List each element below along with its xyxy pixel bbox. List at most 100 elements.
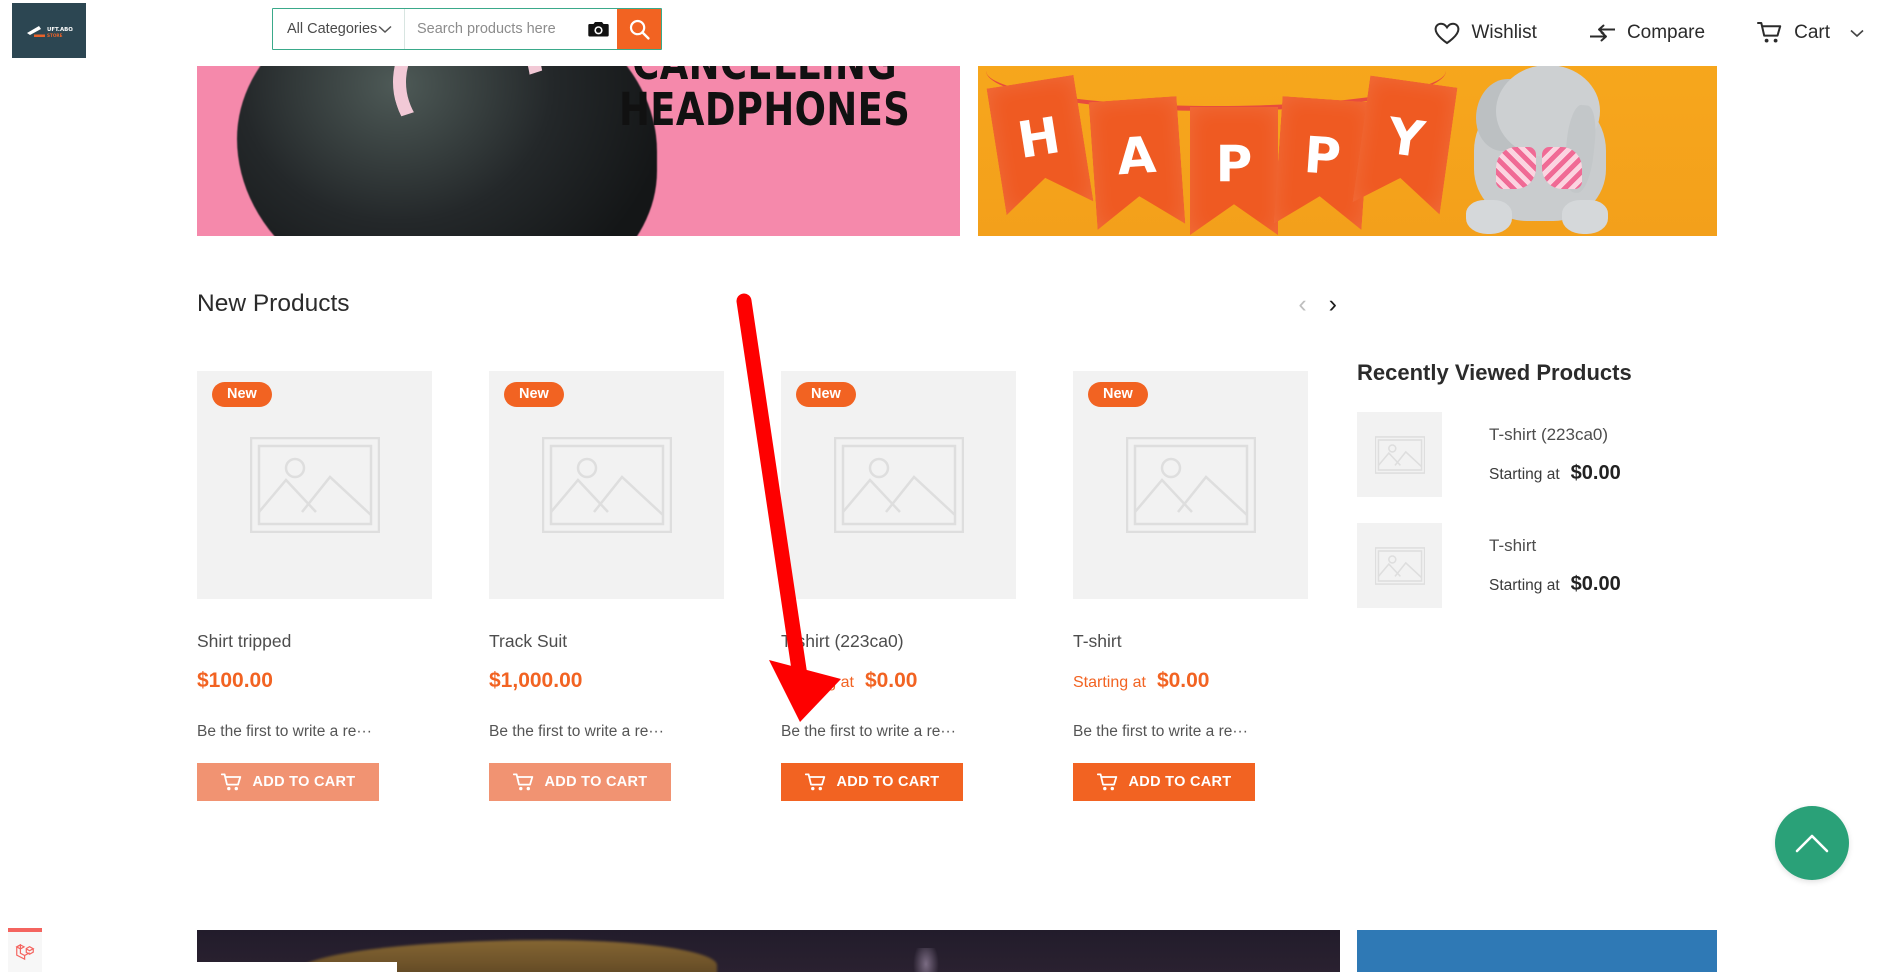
product-price-row: $1,000.00 [489,669,781,693]
nav-wishlist-label: Wishlist [1471,22,1537,43]
add-to-cart-button[interactable]: ADD TO CART [781,763,963,801]
status-badge: New [212,382,272,407]
elephant-plush-photo [1440,61,1645,236]
status-badge: New [796,382,856,407]
promo-banner-row: CANCELLING HEADPHONES H A P P Y [0,55,1894,236]
product-starting-at-label: Starting at [781,674,854,691]
add-to-cart-button[interactable]: ADD TO CART [1073,763,1255,801]
headphones-banner-text: CANCELLING HEADPHONES [619,55,910,134]
product-review-link[interactable]: Be the first to write a re··· [489,723,781,741]
cart-chevron-down-icon [1850,26,1864,41]
search-submit-button[interactable] [617,9,661,49]
product-name[interactable]: Shirt tripped [197,631,489,652]
recently-viewed-thumbnail[interactable] [1357,523,1442,608]
cart-icon [1096,773,1117,790]
recently-viewed-product-name[interactable]: T-shirt [1489,536,1621,556]
product-price-row: Starting at $0.00 [781,669,1073,693]
recently-viewed-starting-at-label: Starting at [1489,576,1560,594]
product-name[interactable]: T-shirt [1073,631,1365,652]
header-nav: Wishlist Compare Cart [1408,0,1890,66]
category-dropdown-label: All Categories [287,21,378,37]
product-price-row: $100.00 [197,669,489,693]
carousel-prev-button[interactable]: ‹ [1298,291,1306,317]
product-price: $0.00 [1156,669,1210,692]
recently-viewed-price-row: Starting at $0.00 [1489,462,1621,485]
recently-viewed-price: $0.00 [1570,572,1621,595]
new-products-header: New Products ‹ › [197,290,1337,318]
nav-cart[interactable]: Cart [1731,0,1890,66]
new-products-title: New Products [197,290,350,317]
add-to-cart-label: ADD TO CART [252,774,356,790]
product-review-link[interactable]: Be the first to write a re··· [781,723,1073,741]
product-name[interactable]: Track Suit [489,631,781,652]
chevron-down-icon [378,23,392,36]
category-dropdown[interactable]: All Categories [273,9,405,49]
carousel-next-button[interactable]: › [1329,291,1337,317]
search-bar: All Categories [272,8,662,50]
nav-compare-label: Compare [1626,22,1706,43]
cart-icon [220,773,241,790]
page-bottom-sections [0,930,1894,972]
product-card[interactable]: New T-shirt Starting at $0.00 Be the fir… [1073,371,1365,801]
recently-viewed-panel: Recently Viewed Products T-shirt (223ca0… [1357,360,1777,608]
image-placeholder-icon [833,437,964,533]
recently-viewed-info: T-shirt Starting at $0.00 [1489,536,1621,596]
product-review-link[interactable]: Be the first to write a re··· [1073,723,1365,741]
product-price-row: Starting at $0.00 [1073,669,1365,693]
chevron-up-icon [1795,834,1829,853]
image-placeholder-icon [1125,437,1256,533]
search-input[interactable] [417,21,579,37]
recently-viewed-thumbnail[interactable] [1357,412,1442,497]
recently-viewed-title: Recently Viewed Products [1357,360,1632,385]
recently-viewed-price-row: Starting at $0.00 [1489,573,1621,596]
product-thumbnail[interactable]: New [781,371,1016,599]
blue-promo-section[interactable] [1357,930,1717,972]
add-to-cart-label: ADD TO CART [836,774,940,790]
recently-viewed-info: T-shirt (223ca0) Starting at $0.00 [1489,425,1621,485]
search-icon [629,19,650,40]
product-price: $0.00 [864,669,918,692]
image-placeholder-icon [249,437,380,533]
laravel-debugbar-toggle[interactable] [8,928,42,972]
image-placeholder-icon [541,437,672,533]
product-review-link[interactable]: Be the first to write a re··· [197,723,489,741]
product-thumbnail[interactable]: New [197,371,432,599]
recently-viewed-starting-at-label: Starting at [1489,465,1560,483]
cart-icon [512,773,533,790]
cart-icon [804,773,825,790]
recently-viewed-product-name[interactable]: T-shirt (223ca0) [1489,425,1621,445]
status-badge: New [1088,382,1148,407]
shopping-cart-icon [1757,22,1782,43]
site-logo[interactable]: UFT.ABOA STORE [12,3,86,58]
nav-compare[interactable]: Compare [1563,0,1731,66]
camera-icon [587,22,609,37]
svg-text:STORE: STORE [47,33,63,38]
product-name[interactable]: T-shirt (223ca0) [781,631,1073,652]
add-to-cart-button[interactable]: ADD TO CART [489,763,671,801]
product-price: $100.00 [197,669,273,692]
happy-birthday-banner[interactable]: H A P P Y [978,55,1717,236]
headphones-banner[interactable]: CANCELLING HEADPHONES [197,55,960,236]
new-products-section: New Products ‹ › New Shirt tripped $100.… [197,290,1537,801]
product-thumbnail[interactable]: New [489,371,724,599]
visual-search-button[interactable] [579,9,617,49]
image-placeholder-icon [1374,435,1425,474]
scroll-to-top-button[interactable] [1775,806,1849,880]
add-to-cart-button[interactable]: ADD TO CART [197,763,379,801]
product-card[interactable]: New T-shirt (223ca0) Starting at $0.00 B… [781,371,1073,801]
compare-arrows-icon [1589,24,1615,42]
list-item[interactable]: T-shirt Starting at $0.00 [1357,523,1777,608]
product-price: $1,000.00 [489,669,583,692]
new-products-carousel-arrows: ‹ › [1298,291,1337,317]
list-item[interactable]: T-shirt (223ca0) Starting at $0.00 [1357,412,1777,497]
product-card[interactable]: New Shirt tripped $100.00 Be the first t… [197,371,489,801]
product-card[interactable]: New Track Suit $1,000.00 Be the first to… [489,371,781,801]
new-products-grid: New Shirt tripped $100.00 Be the first t… [197,371,1365,801]
brand-logo-icon: UFT.ABOA STORE [27,25,73,38]
product-thumbnail[interactable]: New [1073,371,1308,599]
nav-wishlist[interactable]: Wishlist [1408,0,1562,66]
add-to-cart-label: ADD TO CART [544,774,648,790]
product-starting-at-label: Starting at [1073,674,1146,691]
status-badge: New [504,382,564,407]
image-placeholder-icon [1374,546,1425,585]
